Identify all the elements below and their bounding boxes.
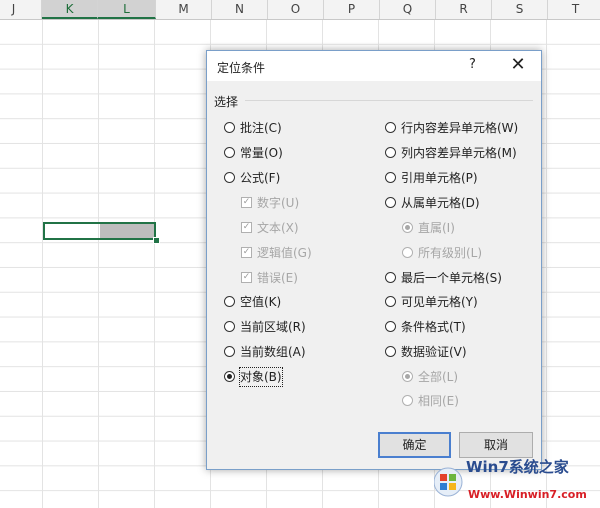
option-label: 公式(F) (240, 171, 281, 185)
dialog-title: 定位条件 (217, 61, 266, 75)
option-label: 所有级别(L) (418, 246, 483, 260)
option-label: 全部(L) (418, 370, 459, 384)
column-header-p[interactable]: P (324, 0, 380, 19)
group-divider (245, 100, 533, 101)
column-header-q[interactable]: Q (380, 0, 436, 19)
option-label: 可见单元格(Y) (401, 295, 478, 309)
radio-icon[interactable] (385, 197, 396, 208)
column-header-bar: J K L M N O P Q R S T (0, 0, 600, 20)
option-label: 批注(C) (240, 121, 282, 135)
option-label: 条件格式(T) (401, 320, 466, 334)
column-header-j[interactable]: J (0, 0, 42, 19)
option-label: 对象(B) (239, 367, 283, 387)
column-header-o[interactable]: O (268, 0, 324, 19)
radio-icon[interactable] (385, 346, 396, 357)
option-label: 从属单元格(D) (401, 196, 480, 210)
radio-selected-icon (402, 222, 413, 233)
watermark-url: Www.Winwin7.com (468, 488, 587, 501)
option-label: 直属(I) (418, 221, 455, 235)
close-icon[interactable]: ✕ (507, 54, 529, 75)
column-header-k[interactable]: K (42, 0, 98, 19)
radio-icon[interactable] (385, 122, 396, 133)
radio-selected-icon[interactable] (224, 371, 235, 382)
column-header-s[interactable]: S (492, 0, 548, 19)
column-header-t[interactable]: T (548, 0, 600, 19)
radio-icon[interactable] (385, 147, 396, 158)
selected-range[interactable] (43, 222, 156, 240)
column-header-n[interactable]: N (212, 0, 268, 19)
checkbox-icon: ✓ (241, 197, 252, 208)
option-label: 当前区域(R) (240, 320, 306, 334)
option-label: 数字(U) (257, 196, 300, 210)
option-label: 逻辑值(G) (257, 246, 312, 260)
help-icon[interactable]: ? (469, 57, 476, 72)
radio-icon[interactable] (224, 321, 235, 332)
option-label: 文本(X) (257, 221, 299, 235)
option-label: 最后一个单元格(S) (401, 271, 502, 285)
radio-icon[interactable] (385, 296, 396, 307)
radio-icon (402, 395, 413, 406)
radio-icon[interactable] (385, 172, 396, 183)
goto-special-dialog: 定位条件 ? ✕ 选择 批注(C) 常量(O) 公式(F) ✓ 数字(U) ✓ … (206, 50, 542, 470)
fill-handle[interactable] (153, 237, 160, 244)
option-label: 常量(O) (240, 146, 283, 160)
checkbox-icon: ✓ (241, 222, 252, 233)
option-label: 数据验证(V) (401, 345, 467, 359)
radio-selected-icon (402, 371, 413, 382)
column-header-r[interactable]: R (436, 0, 492, 19)
radio-icon[interactable] (224, 122, 235, 133)
checkbox-icon: ✓ (241, 247, 252, 258)
option-label: 当前数组(A) (240, 345, 306, 359)
checkbox-icon: ✓ (241, 272, 252, 283)
option-label: 行内容差异单元格(W) (401, 121, 519, 135)
option-label: 错误(E) (257, 271, 298, 285)
column-header-l[interactable]: L (98, 0, 156, 19)
column-header-m[interactable]: M (156, 0, 212, 19)
radio-icon (402, 247, 413, 258)
option-label: 列内容差异单元格(M) (401, 146, 517, 160)
option-label: 空值(K) (240, 295, 282, 309)
watermark-name: Win7系统之家 (466, 458, 569, 476)
dialog-titlebar[interactable]: 定位条件 ? ✕ (207, 51, 541, 81)
option-label: 相同(E) (418, 394, 459, 408)
radio-icon[interactable] (224, 346, 235, 357)
group-label: 选择 (214, 95, 239, 109)
option-label: 引用单元格(P) (401, 171, 478, 185)
radio-icon[interactable] (224, 296, 235, 307)
radio-icon[interactable] (385, 321, 396, 332)
radio-icon[interactable] (224, 172, 235, 183)
radio-icon[interactable] (385, 272, 396, 283)
radio-icon[interactable] (224, 147, 235, 158)
